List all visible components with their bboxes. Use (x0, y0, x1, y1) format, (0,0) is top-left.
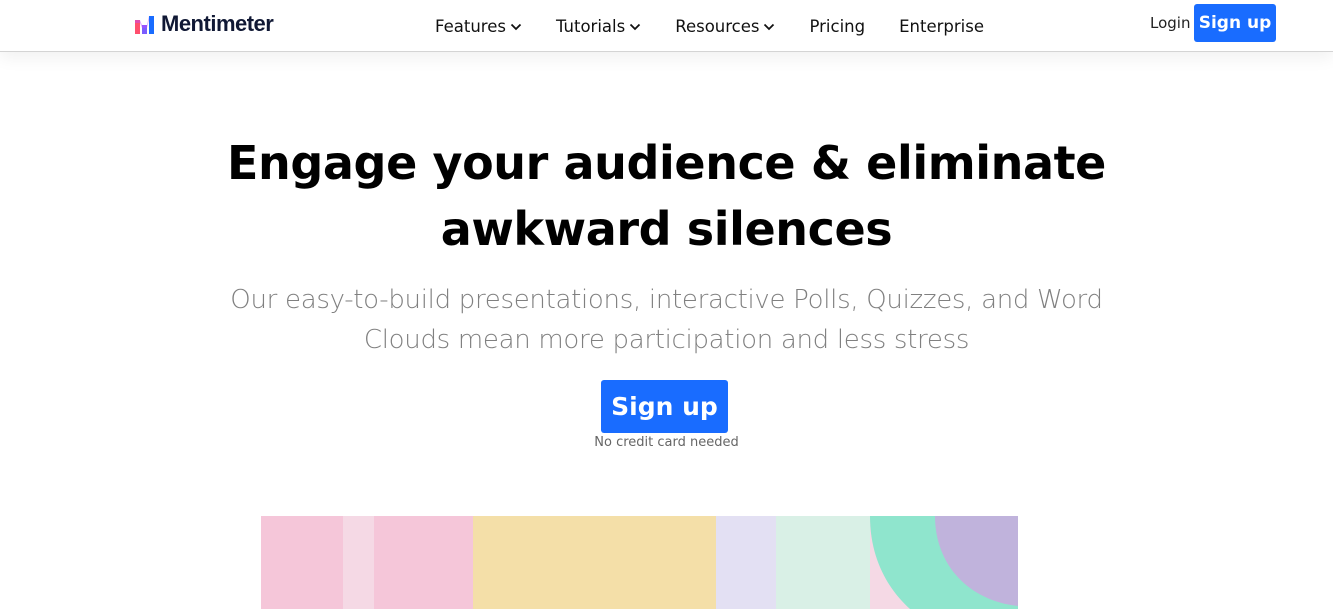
nav-item-features[interactable]: Features (435, 17, 522, 36)
hero-title-line-1: Engage your audience & eliminate (227, 136, 1106, 190)
header-signup-button[interactable]: Sign up (1194, 4, 1276, 42)
mentimeter-logo-icon (135, 16, 154, 34)
illustration-pink-block (261, 516, 343, 609)
no-credit-card-note: No credit card needed (594, 435, 739, 450)
nav-item-label: Pricing (809, 16, 866, 36)
chevron-down-icon (510, 23, 522, 30)
hero-title-line-2: awkward silences (440, 202, 893, 256)
nav-item-enterprise[interactable]: Enterprise (899, 17, 984, 36)
main-nav: Features Tutorials Resources Pricing Ent… (435, 0, 984, 52)
illustration-shapes (870, 516, 1018, 609)
chevron-down-icon (764, 23, 775, 30)
chevron-down-icon (630, 23, 641, 30)
nav-item-tutorials[interactable]: Tutorials (556, 17, 641, 36)
nav-item-pricing[interactable]: Pricing (809, 17, 865, 36)
logo-wordmark: Mentimeter (161, 11, 274, 36)
illustration-yellow-block (473, 516, 716, 609)
illustration-lavender-block (716, 516, 776, 609)
illustration-pink-block-2 (374, 516, 473, 609)
hero-subtitle-line-1: Our easy-to-build presentations, interac… (230, 285, 1103, 315)
illustration-pink-light-block (343, 516, 374, 609)
nav-item-label: Tutorials (555, 16, 626, 36)
illustration-mint-light-block (776, 516, 870, 609)
hero-signup-button[interactable]: Sign up (601, 380, 728, 433)
nav-item-label: Enterprise (899, 16, 984, 36)
top-navigation-bar: Mentimeter Features Tutorials Resources … (0, 0, 1333, 52)
mentimeter-logo-link[interactable]: Mentimeter (135, 11, 274, 37)
hero-title: Engage your audience & eliminate awkward… (0, 130, 1333, 262)
hero-subtitle: Our easy-to-build presentations, interac… (0, 280, 1333, 360)
login-link[interactable]: Login (1150, 14, 1190, 32)
hero-subtitle-line-2: Clouds mean more participation and less … (363, 325, 970, 355)
hero-illustration (261, 516, 1018, 609)
nav-item-label: Resources (675, 16, 760, 36)
nav-item-resources[interactable]: Resources (675, 17, 775, 36)
nav-item-label: Features (435, 16, 506, 36)
